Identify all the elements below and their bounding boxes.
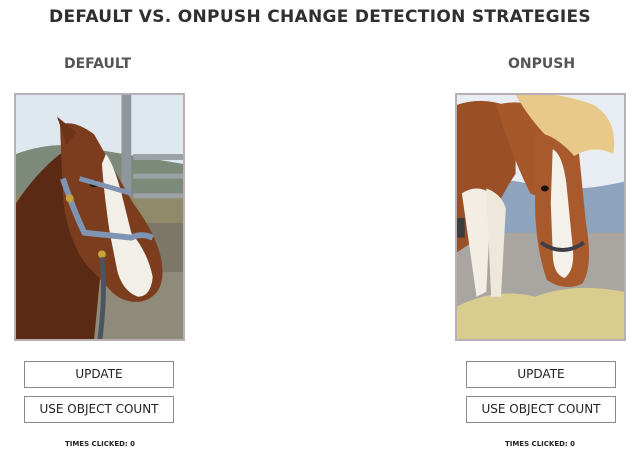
onpush-panel: ONPUSH UPDATE USE OBJECT COUNT TIMES CLI…: [440, 0, 640, 460]
onpush-update-button[interactable]: UPDATE: [466, 361, 616, 388]
default-panel: DEFAULT UPDATE USE OBJECT COUNT TIMES CL…: [0, 0, 200, 460]
page: DEFAULT VS. ONPUSH CHANGE DETECTION STRA…: [0, 0, 640, 460]
onpush-horse-image: [455, 93, 626, 341]
default-times-clicked-value: 0: [130, 440, 136, 448]
default-update-button[interactable]: UPDATE: [24, 361, 174, 388]
default-horse-image: [14, 93, 185, 341]
default-heading: DEFAULT: [64, 56, 132, 72]
onpush-times-clicked-label: TIMES CLICKED:: [504, 440, 568, 448]
onpush-times-clicked-value: 0: [570, 440, 576, 448]
default-times-clicked: TIMES CLICKED: 0: [0, 440, 200, 448]
onpush-heading: ONPUSH: [508, 56, 576, 72]
default-use-object-count-button[interactable]: USE OBJECT COUNT: [24, 396, 174, 423]
onpush-times-clicked: TIMES CLICKED: 0: [440, 440, 640, 448]
onpush-use-object-count-button[interactable]: USE OBJECT COUNT: [466, 396, 616, 423]
default-times-clicked-label: TIMES CLICKED:: [64, 440, 128, 448]
